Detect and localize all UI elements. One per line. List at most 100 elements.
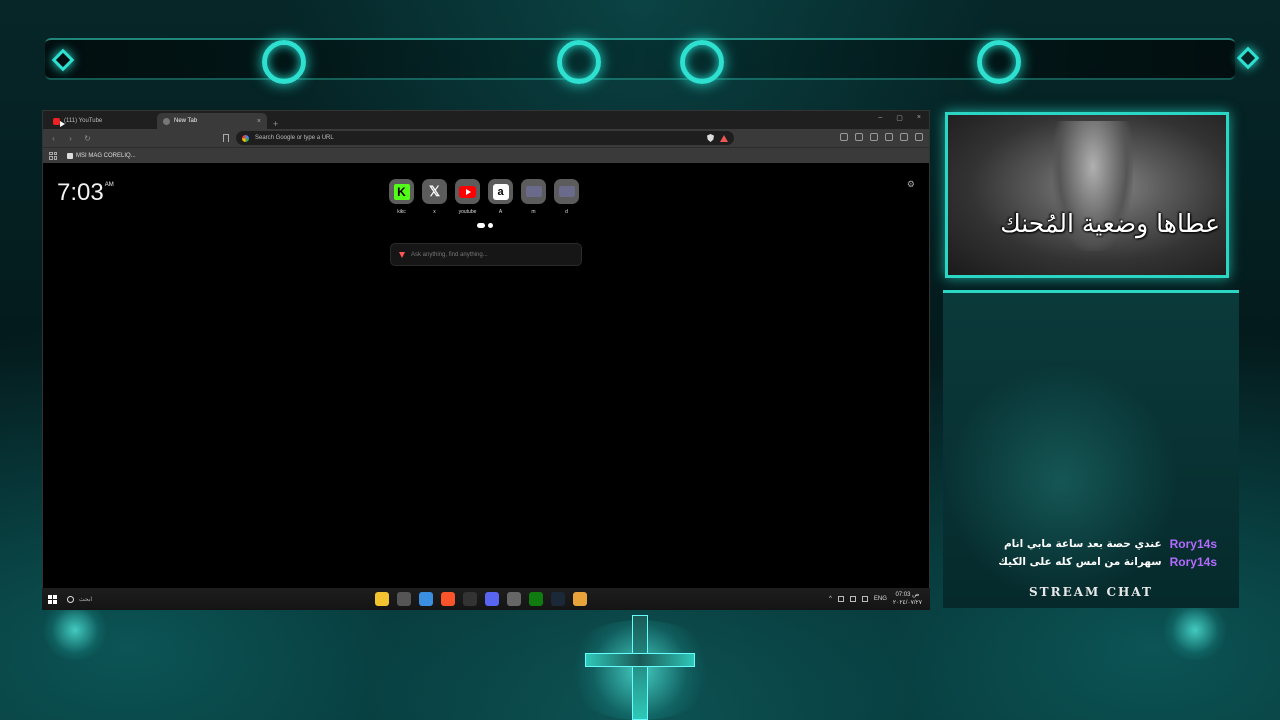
- shortcut-amazon[interactable]: a A: [488, 179, 513, 215]
- extensions-icon[interactable]: [885, 133, 893, 141]
- language-indicator[interactable]: ENG: [874, 596, 887, 602]
- tab-search-icon[interactable]: [855, 133, 863, 141]
- shortcut-m[interactable]: m: [521, 179, 546, 215]
- ask-placeholder: Ask anything, find anything...: [411, 251, 488, 258]
- obs-icon[interactable]: [463, 592, 477, 606]
- toolbar-extensions: [840, 133, 923, 141]
- overlay-frame-top: [45, 38, 1235, 80]
- wallet-icon[interactable]: [870, 133, 878, 141]
- new-tab-icon: [163, 117, 170, 125]
- shortcut-d[interactable]: d: [554, 179, 579, 215]
- gear-icon[interactable]: ⚙: [907, 179, 915, 190]
- battery-icon[interactable]: [861, 596, 868, 602]
- shortcut-label: A: [498, 209, 503, 215]
- browser-toolbar: ‹ › ↻ Search Google or type a URL: [43, 129, 929, 147]
- brave-icon[interactable]: [441, 592, 455, 606]
- taskbar-search[interactable]: ابحث: [67, 595, 93, 603]
- tray-clock[interactable]: 07:03 ص ٢٠٢٤/٠٧/٢٧: [893, 591, 922, 607]
- chat-username: Rory14s: [1169, 555, 1217, 569]
- taskbar-search-label: ابحث: [79, 596, 93, 603]
- bookmarks-bar: MSI MAG CORELIQ...: [43, 147, 929, 163]
- minimize-button[interactable]: –: [878, 114, 882, 122]
- overlay-sword-emblem: [585, 615, 695, 720]
- google-icon: [242, 134, 249, 142]
- webcam-caption: عطاها وضعية المُحنك: [1000, 209, 1220, 238]
- steam-icon[interactable]: [551, 592, 565, 606]
- chat-title: STREAM CHAT: [1029, 585, 1153, 599]
- bookmark-label: MSI MAG CORELIQ...: [76, 152, 136, 159]
- tab-label: New Tab: [174, 118, 198, 124]
- browser-window: (111) YouTube New Tab × + – ▢ × ‹ › ↻ Se…: [42, 110, 930, 592]
- chrome-icon[interactable]: [573, 592, 587, 606]
- overlay-ring-left: [262, 40, 306, 84]
- tab-new-tab[interactable]: New Tab ×: [157, 113, 267, 129]
- store-icon[interactable]: [419, 592, 433, 606]
- tray-time: 07:03 ص: [895, 592, 920, 598]
- webcam-overlay: عطاها وضعية المُحنك: [945, 112, 1229, 278]
- brave-rewards-icon[interactable]: [720, 134, 728, 142]
- calculator-icon[interactable]: [397, 592, 411, 606]
- shortcut-pager[interactable]: [477, 223, 493, 228]
- bookmark-icon[interactable]: [223, 134, 229, 142]
- new-tab-page: 7:03AM ⚙ K kikc 𝕏 x youtube a A m d Ask …: [43, 163, 929, 591]
- shortcut-label: m: [531, 209, 536, 215]
- overlay-ring-right: [977, 40, 1021, 84]
- youtube-icon: [53, 117, 65, 127]
- discord-icon[interactable]: [485, 592, 499, 606]
- windows-start-icon[interactable]: [48, 594, 57, 604]
- tab-label: (111) YouTube: [64, 118, 103, 124]
- new-tab-button[interactable]: +: [267, 119, 284, 129]
- chat-message: عندي حصة بعد ساعة مابي انام Rory14s: [998, 537, 1217, 551]
- file-explorer-icon[interactable]: [375, 592, 389, 606]
- volume-icon[interactable]: [849, 596, 856, 602]
- chat-message-text: عندي حصة بعد ساعة مابي انام: [1003, 538, 1162, 550]
- network-icon[interactable]: [837, 596, 844, 602]
- window-controls: – ▢ ×: [878, 114, 921, 122]
- shortcut-tiles: K kikc 𝕏 x youtube a A m d: [389, 179, 579, 215]
- chat-message: سهرانة من امس كله على الكيك Rory14s: [998, 555, 1217, 569]
- overlay-rune-right: [1236, 46, 1260, 70]
- chat-messages: عندي حصة بعد ساعة مابي انام Rory14s سهرا…: [998, 537, 1217, 569]
- search-icon: [67, 595, 74, 603]
- shortcut-label: youtube: [458, 209, 477, 215]
- brave-search-icon: [399, 251, 405, 258]
- system-tray: ^ ENG 07:03 ص ٢٠٢٤/٠٧/٢٧: [829, 591, 922, 607]
- shortcut-youtube[interactable]: youtube: [455, 179, 480, 215]
- amazon-icon: a: [492, 183, 509, 200]
- close-window-button[interactable]: ×: [917, 114, 921, 122]
- youtube-icon: [459, 185, 476, 198]
- xbox-icon[interactable]: [529, 592, 543, 606]
- chat-message-text: سهرانة من امس كله على الكيك: [998, 556, 1162, 568]
- apps-grid-icon[interactable]: [49, 151, 57, 160]
- x-icon: 𝕏: [428, 183, 441, 199]
- address-bar[interactable]: Search Google or type a URL: [236, 131, 734, 145]
- ask-search-box[interactable]: Ask anything, find anything...: [390, 243, 582, 266]
- shortcut-label: x: [433, 209, 436, 215]
- vpn-icon[interactable]: [900, 133, 908, 141]
- windows-taskbar: ابحث ^ ENG 07:03 ص ٢٠٢٤/٠٧/٢٧: [42, 588, 930, 610]
- forward-icon[interactable]: ›: [66, 134, 75, 143]
- reload-icon[interactable]: ↻: [83, 134, 92, 143]
- tray-date: ٢٠٢٤/٠٧/٢٧: [892, 600, 922, 606]
- tray-chevron-icon[interactable]: ^: [829, 596, 832, 602]
- sidebar-icon[interactable]: [840, 133, 848, 141]
- tab-youtube[interactable]: (111) YouTube: [47, 113, 157, 129]
- overlay-ring-center-left: [557, 40, 601, 84]
- restore-button[interactable]: ▢: [896, 114, 903, 122]
- back-icon[interactable]: ‹: [49, 134, 58, 143]
- shortcut-x[interactable]: 𝕏 x: [422, 179, 447, 215]
- new-tab-clock: 7:03AM: [57, 179, 114, 207]
- mail-icon: [525, 186, 542, 197]
- mail-icon: [558, 186, 575, 197]
- clock-time: 7:03: [57, 179, 104, 206]
- close-icon[interactable]: ×: [257, 118, 261, 125]
- overlay-glow-bottom-right: [1160, 600, 1230, 660]
- menu-icon[interactable]: [915, 133, 923, 141]
- kick-icon: K: [393, 183, 410, 200]
- brave-shield-icon[interactable]: [707, 134, 714, 142]
- chat-panel: عندي حصة بعد ساعة مابي انام Rory14s سهرا…: [943, 290, 1239, 608]
- settings-icon[interactable]: [507, 592, 521, 606]
- shortcut-label: kikc: [397, 209, 406, 215]
- shortcut-kick[interactable]: K kikc: [389, 179, 414, 215]
- bookmark-item[interactable]: MSI MAG CORELIQ...: [67, 152, 136, 159]
